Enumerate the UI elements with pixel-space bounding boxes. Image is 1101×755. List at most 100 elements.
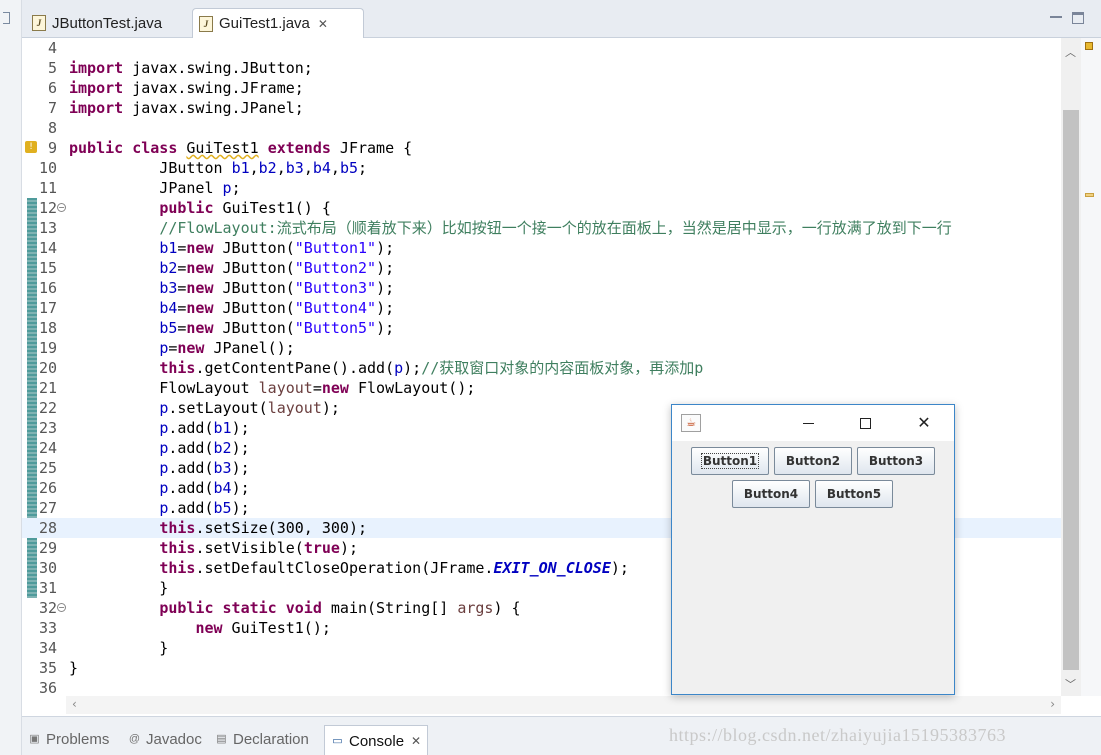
scroll-thumb[interactable]	[1063, 110, 1079, 670]
code-line[interactable]: 8	[22, 118, 1064, 138]
button3[interactable]: Button3	[857, 447, 935, 475]
line-number: 34	[38, 639, 57, 657]
code-text: public class GuiTest1 extends JFrame {	[69, 139, 413, 157]
fold-toggle-icon[interactable]: −	[57, 603, 66, 612]
tab-console[interactable]: ▭ Console ✕	[324, 725, 429, 755]
code-line[interactable]: 9 public class GuiTest1 extends JFrame {	[22, 138, 1064, 158]
line-number: 25	[38, 459, 57, 477]
tab-label: Problems	[46, 731, 110, 748]
code-line[interactable]: 18 b5=new JButton("Button5");	[22, 318, 1064, 338]
code-text: p.add(b1);	[159, 419, 250, 437]
scroll-left-icon[interactable]: ‹	[72, 697, 77, 711]
button-label: Button4	[743, 487, 799, 501]
code-text: public static void main(String[] args) {	[159, 599, 521, 617]
code-text: new GuiTest1();	[195, 619, 331, 637]
code-text: b3=new JButton("Button3");	[159, 279, 395, 297]
code-text: }	[69, 639, 169, 657]
code-line[interactable]: 19 p=new JPanel();	[22, 338, 1064, 358]
tab-javadoc[interactable]: @ Javadoc	[128, 731, 202, 748]
code-text: }	[69, 579, 169, 597]
code-text: }	[69, 659, 79, 677]
close-icon[interactable]: ✕	[411, 734, 421, 748]
tab-label: GuiTest1.java	[219, 15, 310, 32]
button1[interactable]: Button1	[691, 447, 769, 475]
maximize-icon	[859, 418, 871, 429]
code-text: b5=new JButton("Button5");	[159, 319, 395, 337]
window-maximize-button[interactable]	[842, 410, 888, 436]
code-text: p.add(b2);	[159, 439, 250, 457]
java-file-icon: J	[199, 15, 213, 32]
code-line[interactable]: 7 import javax.swing.JPanel;	[22, 98, 1064, 118]
line-number: 19	[38, 339, 57, 357]
vertical-scrollbar[interactable]: ︿ ﹀	[1061, 38, 1081, 696]
code-text: import javax.swing.JFrame;	[69, 79, 304, 97]
button5[interactable]: Button5	[815, 480, 893, 508]
warning-marker[interactable]	[1085, 193, 1094, 197]
line-number: 11	[38, 179, 57, 197]
code-line[interactable]: 15 b2=new JButton("Button2");	[22, 258, 1064, 278]
tab-jbuttontest[interactable]: J JButtonTest.java	[26, 8, 188, 38]
code-text: p.setLayout(layout);	[159, 399, 340, 417]
code-text: this.setDefaultCloseOperation(JFrame.EXI…	[159, 559, 629, 577]
tab-guitest1[interactable]: J GuiTest1.java ✕	[192, 8, 364, 38]
scroll-up-icon[interactable]: ︿	[1065, 44, 1076, 60]
fold-toggle-icon[interactable]: −	[57, 203, 66, 212]
warning-summary-icon[interactable]	[1085, 42, 1093, 50]
window-minimize-button[interactable]	[785, 410, 831, 436]
line-number: 20	[38, 359, 57, 377]
horizontal-scrollbar[interactable]: ‹ ›	[66, 696, 1061, 714]
code-line[interactable]: 14 b1=new JButton("Button1");	[22, 238, 1064, 258]
code-line[interactable]: 10 JButton b1,b2,b3,b4,b5;	[22, 158, 1064, 178]
line-number: 15	[38, 259, 57, 277]
left-view-strip	[0, 0, 22, 755]
code-text: import javax.swing.JButton;	[69, 59, 313, 77]
code-text: JPanel p;	[69, 179, 241, 197]
line-number: 23	[38, 419, 57, 437]
code-line[interactable]: 16 b3=new JButton("Button3");	[22, 278, 1064, 298]
code-line[interactable]: 17 b4=new JButton("Button4");	[22, 298, 1064, 318]
scroll-right-icon[interactable]: ›	[1050, 697, 1055, 711]
code-line[interactable]: 6 import javax.swing.JFrame;	[22, 78, 1064, 98]
close-icon: ✕	[917, 413, 931, 432]
code-line[interactable]: 12− public GuiTest1() {	[22, 198, 1064, 218]
scroll-down-icon[interactable]: ﹀	[1065, 676, 1076, 692]
button4[interactable]: Button4	[732, 480, 810, 508]
code-line[interactable]: 5 import javax.swing.JButton;	[22, 58, 1064, 78]
overview-ruler	[1081, 38, 1101, 696]
code-text: b2=new JButton("Button2");	[159, 259, 395, 277]
line-number: 24	[38, 439, 57, 457]
code-text: this.getContentPane().add(p);//获取窗口对象的内容…	[159, 359, 704, 377]
window-close-button[interactable]: ✕	[901, 410, 947, 436]
line-number: 4	[47, 39, 57, 57]
tab-problems[interactable]: ▣ Problems	[28, 731, 109, 748]
code-line[interactable]: 13 //FlowLayout:流式布局（顺着放下来）比如按钮一个接一个的放在面…	[22, 218, 1064, 238]
restore-icon[interactable]	[3, 12, 10, 24]
watermark: https://blog.csdn.net/zhaiyujia151953837…	[669, 725, 1006, 745]
button-label: Button1	[700, 453, 760, 469]
line-number: 28	[38, 519, 57, 537]
code-line[interactable]: 11 JPanel p;	[22, 178, 1064, 198]
line-number: 26	[38, 479, 57, 497]
button2[interactable]: Button2	[774, 447, 852, 475]
code-line[interactable]: 21 FlowLayout layout=new FlowLayout();	[22, 378, 1064, 398]
bottom-view-tabs: ▣ Problems @ Javadoc ▤ Declaration ▭ Con…	[22, 716, 1101, 755]
code-text: p.add(b3);	[159, 459, 250, 477]
code-line[interactable]: 20 this.getContentPane().add(p);//获取窗口对象…	[22, 358, 1064, 378]
line-number: 12	[38, 199, 57, 217]
line-number: 35	[38, 659, 57, 677]
minimize-view-icon[interactable]	[1050, 12, 1062, 18]
maximize-view-icon[interactable]	[1072, 12, 1084, 24]
line-number: 5	[47, 59, 57, 77]
code-line[interactable]: 4	[22, 38, 1064, 58]
close-icon[interactable]: ✕	[318, 17, 328, 31]
window-titlebar[interactable]: ☕ ✕	[672, 405, 954, 441]
code-text: this.setVisible(true);	[159, 539, 358, 557]
line-number: 13	[38, 219, 57, 237]
tab-declaration[interactable]: ▤ Declaration	[215, 731, 309, 748]
code-text: JButton b1,b2,b3,b4,b5;	[69, 159, 368, 177]
line-number: 9	[47, 139, 57, 157]
tab-label: Declaration	[233, 731, 309, 748]
editor-tab-bar: J JButtonTest.java J GuiTest1.java ✕	[22, 0, 1101, 38]
console-icon: ▭	[332, 734, 343, 747]
button-label: Button2	[785, 454, 841, 468]
